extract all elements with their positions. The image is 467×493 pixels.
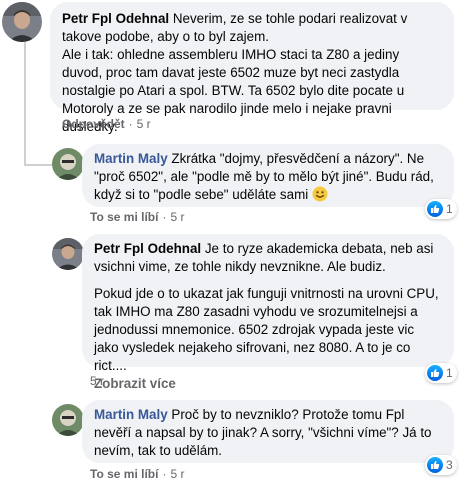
avatar-martin[interactable] [52,404,84,436]
reaction-count[interactable]: 1 [425,199,457,219]
thread-line [24,42,26,164]
reply-link[interactable]: Odpovědět [62,117,125,131]
reaction-count[interactable]: 3 [425,455,457,475]
comment-meta: 5 r [90,374,104,388]
comment-author[interactable]: Petr Fpl Odehnal [94,241,201,256]
comment-author[interactable]: Martin Maly [94,407,168,422]
thread-line [24,164,52,166]
timestamp[interactable]: 5 r [170,210,184,224]
see-more-link[interactable]: Zobrazit více [94,375,442,393]
like-link[interactable]: To se mi líbí [90,210,158,224]
comment-meta: Odpovědět · 5 r [62,117,151,131]
like-icon [427,201,443,217]
smile-emoji-icon [312,186,328,202]
timestamp[interactable]: 5 r [90,374,104,388]
reaction-number: 1 [446,366,453,380]
reaction-number: 1 [446,202,453,216]
comment-meta: To se mi líbí · 5 r [90,467,185,481]
comment-author[interactable]: Petr Fpl Odehnal [62,11,169,26]
like-icon [427,457,443,473]
avatar-petr[interactable] [2,2,42,42]
timestamp[interactable]: 5 r [137,117,151,131]
comment-meta: To se mi líbí · 5 r [90,210,185,224]
avatar-petr[interactable] [52,238,84,270]
timestamp[interactable]: 5 r [170,467,184,481]
like-link[interactable]: To se mi líbí [90,467,158,481]
comment-bubble: Martin Maly Proč by to nevzniklo? Protož… [82,400,454,463]
reaction-count[interactable]: 1 [425,363,457,383]
comment-author[interactable]: Martin Maly [94,151,168,166]
comment-paragraph: Pokud jde o to ukazat jak funguji vnitrn… [94,286,443,373]
like-icon [427,365,443,381]
avatar-martin[interactable] [52,148,84,180]
reaction-number: 3 [446,458,453,472]
comment-bubble: Petr Fpl Odehnal Neverim, ze se tohle po… [50,2,454,134]
comment-bubble: Petr Fpl Odehnal Je to ryze akademicka d… [82,234,454,391]
comment-bubble: Martin Maly Zkrátka "dojmy, přesvědčení … [82,144,454,207]
